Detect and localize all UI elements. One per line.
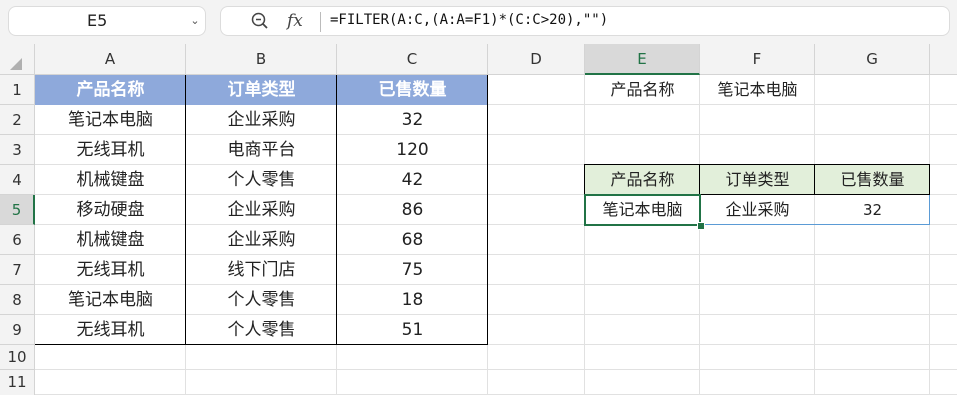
row-header-5[interactable]: 5 [0, 195, 35, 225]
criteria-label[interactable]: 产品名称 [585, 75, 700, 105]
formula-separator [320, 12, 321, 32]
table-cell[interactable]: 笔记本电脑 [35, 105, 186, 135]
result-border [814, 164, 815, 195]
table-cell[interactable]: 无线耳机 [35, 255, 186, 285]
row-header-9[interactable]: 9 [0, 315, 35, 345]
table-cell[interactable]: 企业采购 [186, 195, 337, 225]
table-cell[interactable]: 18 [337, 285, 488, 315]
active-cell-selection[interactable] [584, 194, 701, 226]
row-header-7[interactable]: 7 [0, 255, 35, 285]
result-border [584, 164, 585, 195]
row-header-1[interactable]: 1 [0, 75, 35, 105]
table-cell[interactable]: 86 [337, 195, 488, 225]
result-border [929, 164, 930, 195]
row-header-3[interactable]: 3 [0, 135, 35, 165]
row-header-8[interactable]: 8 [0, 285, 35, 315]
column-header-b[interactable]: B [186, 44, 337, 75]
column-header-c[interactable]: C [337, 44, 488, 75]
column-header-f[interactable]: F [700, 44, 815, 75]
gridline [814, 75, 815, 395]
result-header-cell[interactable]: 已售数量 [815, 165, 930, 195]
table-cell[interactable]: 68 [337, 225, 488, 255]
gridline [929, 75, 930, 395]
table-cell[interactable]: 个人零售 [186, 285, 337, 315]
fill-handle[interactable] [697, 222, 705, 230]
result-border [584, 164, 930, 165]
formula-text[interactable]: =FILTER(A:C,(A:A=F1)*(C:C>20),"") [330, 9, 608, 31]
spill-border [700, 224, 815, 225]
table-cell[interactable]: 32 [337, 105, 488, 135]
gridline [584, 75, 585, 395]
column-header-e[interactable]: E [585, 44, 700, 75]
row-header-2[interactable]: 2 [0, 105, 35, 135]
table-cell[interactable]: 企业采购 [186, 225, 337, 255]
table-cell[interactable]: 电商平台 [186, 135, 337, 165]
table-cell[interactable]: 42 [337, 165, 488, 195]
function-icon[interactable]: fx [287, 9, 303, 33]
gridline [699, 75, 700, 395]
table-cell[interactable]: 机械键盘 [35, 225, 186, 255]
criteria-value[interactable]: 笔记本电脑 [700, 75, 815, 105]
table-header-cell[interactable]: 已售数量 [337, 75, 488, 105]
row-header-11[interactable]: 11 [0, 370, 35, 395]
table-cell[interactable]: 笔记本电脑 [35, 285, 186, 315]
result-border [699, 164, 700, 195]
table-cell[interactable]: 75 [337, 255, 488, 285]
table-cell[interactable]: 机械键盘 [35, 165, 186, 195]
table-cell[interactable]: 无线耳机 [35, 315, 186, 345]
table-cell[interactable]: 120 [337, 135, 488, 165]
chevron-down-icon[interactable]: ⌄ [188, 6, 202, 36]
table-header-cell[interactable]: 产品名称 [35, 75, 186, 105]
row-header-10[interactable]: 10 [0, 345, 35, 370]
table-border [336, 75, 337, 345]
table-border [35, 344, 488, 345]
table-cell[interactable]: 无线耳机 [35, 135, 186, 165]
column-header-g[interactable]: G [815, 44, 930, 75]
table-cell[interactable]: 企业采购 [186, 105, 337, 135]
column-header-d[interactable]: D [488, 44, 585, 75]
table-cell[interactable]: 线下门店 [186, 255, 337, 285]
column-header-a[interactable]: A [35, 44, 186, 75]
zoom-icon[interactable] [250, 11, 270, 31]
table-cell[interactable]: 个人零售 [186, 315, 337, 345]
table-cell[interactable]: 个人零售 [186, 165, 337, 195]
column-header-next[interactable] [930, 44, 957, 75]
table-cell[interactable]: 移动硬盘 [35, 195, 186, 225]
row-header-4[interactable]: 4 [0, 165, 35, 195]
name-box[interactable]: E5 [8, 6, 206, 36]
spill-border [815, 224, 930, 225]
gridline [35, 369, 957, 370]
table-header-cell[interactable]: 订单类型 [186, 75, 337, 105]
result-header-cell[interactable]: 产品名称 [585, 165, 700, 195]
table-border [487, 75, 488, 345]
result-cell[interactable]: 32 [815, 195, 930, 225]
table-cell[interactable]: 51 [337, 315, 488, 345]
result-cell[interactable]: 企业采购 [700, 195, 815, 225]
table-border [185, 75, 186, 345]
result-header-cell[interactable]: 订单类型 [700, 165, 815, 195]
select-all-triangle-icon [10, 58, 22, 70]
row-header-6[interactable]: 6 [0, 225, 35, 255]
spill-border [929, 195, 930, 225]
